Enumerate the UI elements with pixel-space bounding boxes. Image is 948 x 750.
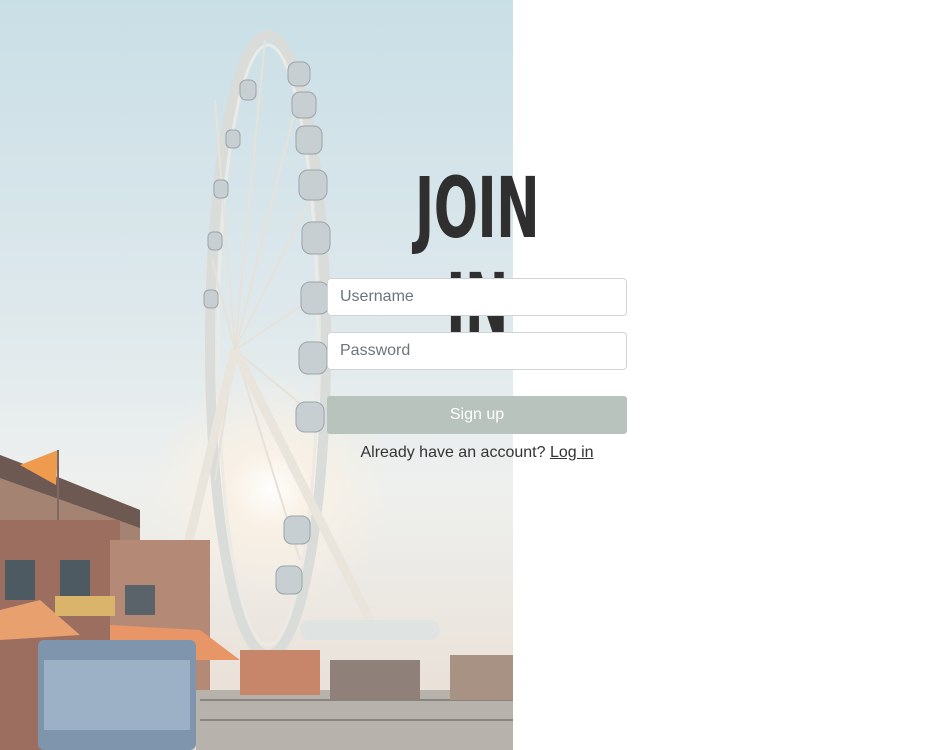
signup-button[interactable]: Sign up [327, 396, 627, 434]
password-input[interactable] [327, 332, 627, 370]
page-title: JOIN IN [414, 159, 540, 352]
background-photo [0, 0, 513, 750]
signup-page: JOIN IN Sign up Already have an account?… [0, 0, 948, 750]
username-input[interactable] [327, 278, 627, 316]
account-prompt-text: Already have an account? [360, 444, 546, 461]
login-link[interactable]: Log in [550, 444, 594, 461]
login-prompt: Already have an account? Log in [327, 442, 627, 464]
ferris-wheel-illustration [0, 30, 513, 750]
